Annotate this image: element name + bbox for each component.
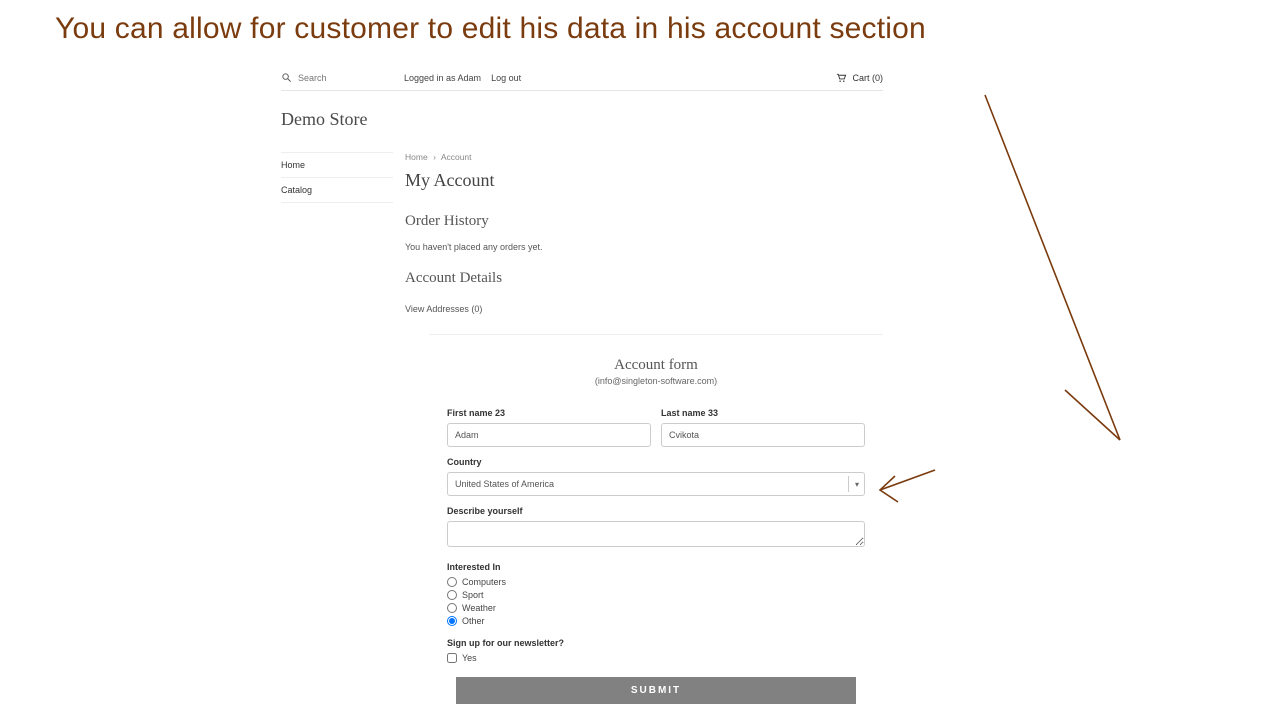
first-name-label: First name 23 (447, 408, 651, 418)
breadcrumb-current: Account (441, 152, 472, 162)
cart-icon (836, 73, 847, 83)
view-addresses-link[interactable]: View Addresses (0) (405, 304, 482, 314)
first-name-input[interactable] (447, 423, 651, 447)
country-label: Country (447, 457, 865, 467)
describe-textarea[interactable] (447, 521, 865, 547)
store-title[interactable]: Demo Store (281, 109, 883, 130)
no-orders-text: You haven't placed any orders yet. (405, 242, 883, 252)
storefront-frame: Logged in as Adam Log out Cart (0) Demo … (281, 72, 883, 704)
top-bar: Logged in as Adam Log out Cart (0) (281, 72, 883, 91)
chevron-right-icon: › (433, 152, 436, 162)
interested-option-other[interactable]: Other (447, 616, 865, 626)
interested-heading: Interested In (447, 562, 865, 572)
newsletter-checkbox-group: Yes (447, 653, 865, 663)
main-column: Home › Account My Account Order History … (393, 152, 883, 704)
search-wrap (281, 72, 358, 83)
breadcrumb-home[interactable]: Home (405, 152, 428, 162)
logged-in-text: Logged in as Adam (404, 73, 481, 83)
form-subtitle: (info@singleton-software.com) (429, 376, 883, 386)
page-title: My Account (405, 170, 883, 191)
sidebar-item-home[interactable]: Home (281, 152, 393, 177)
cart-label: Cart (0) (852, 73, 883, 83)
account-details-heading: Account Details (405, 270, 883, 287)
breadcrumb: Home › Account (405, 152, 883, 162)
last-name-label: Last name 33 (661, 408, 865, 418)
hero-caption: You can allow for customer to edit his d… (0, 0, 1280, 54)
logout-link[interactable]: Log out (491, 73, 521, 83)
sidebar-item-catalog[interactable]: Catalog (281, 177, 393, 203)
interested-radio-group: Computers Sport Weather Other (447, 577, 865, 626)
submit-button[interactable]: SUBMIT (456, 677, 856, 704)
interested-option-weather[interactable]: Weather (447, 603, 865, 613)
newsletter-checkbox-yes[interactable]: Yes (447, 653, 865, 663)
account-form: Account form (info@singleton-software.co… (429, 334, 883, 704)
form-title: Account form (429, 357, 883, 374)
order-history-heading: Order History (405, 213, 883, 230)
annotation-arrow-icon (870, 90, 1150, 510)
last-name-input[interactable] (661, 423, 865, 447)
newsletter-heading: Sign up for our newsletter? (447, 638, 865, 648)
interested-option-computers[interactable]: Computers (447, 577, 865, 587)
side-nav: Home Catalog (281, 152, 393, 704)
country-select[interactable]: United States of America (447, 472, 865, 496)
search-icon (281, 72, 292, 83)
search-input[interactable] (298, 73, 358, 83)
cart-link[interactable]: Cart (0) (836, 73, 883, 83)
describe-label: Describe yourself (447, 506, 865, 516)
interested-option-sport[interactable]: Sport (447, 590, 865, 600)
